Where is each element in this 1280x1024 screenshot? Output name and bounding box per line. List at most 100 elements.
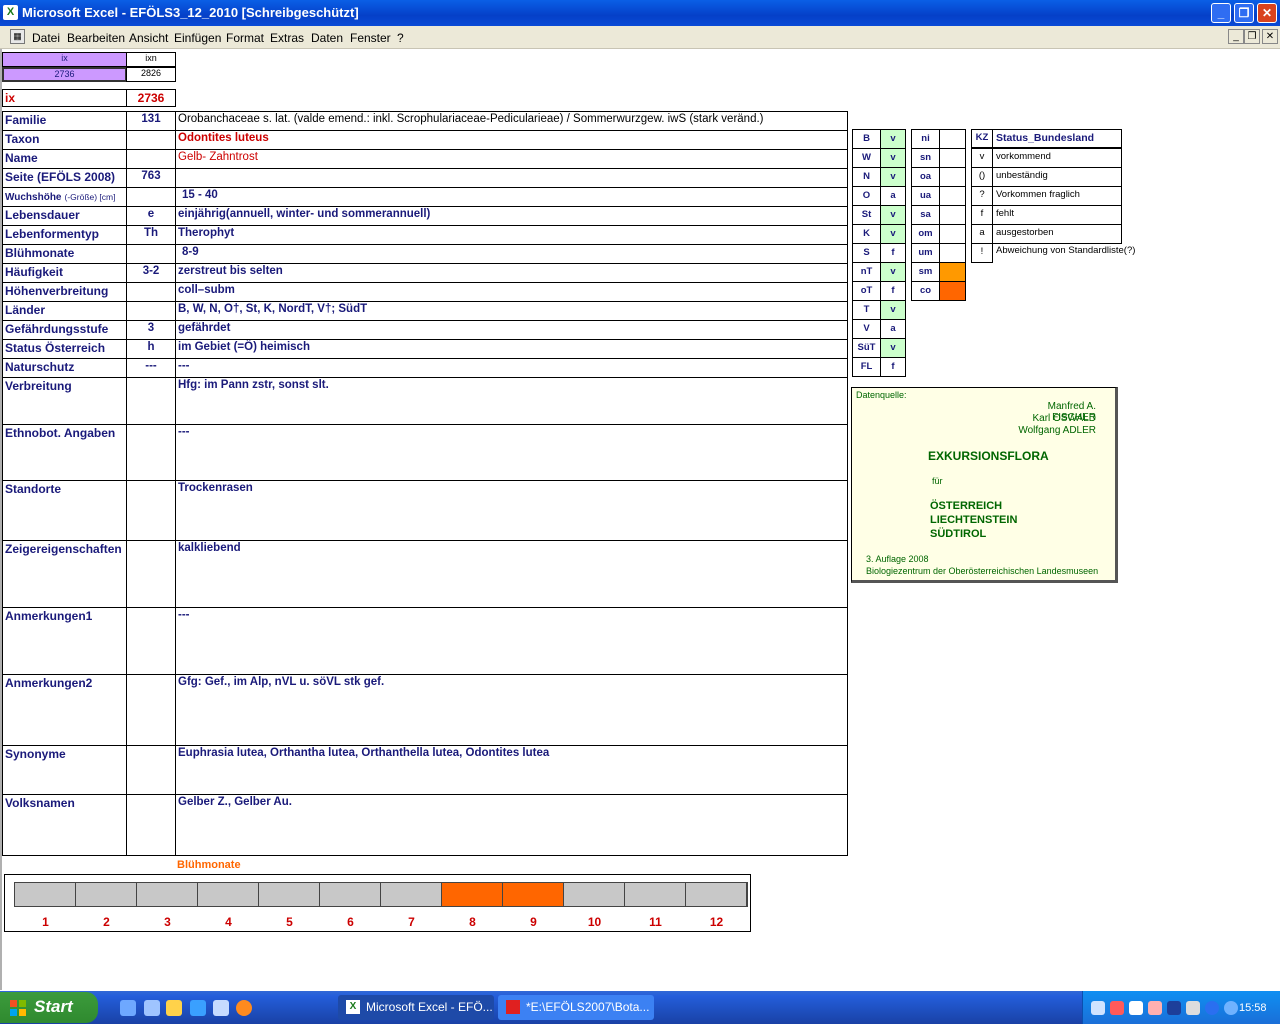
row-code[interactable] <box>126 301 176 321</box>
row-value[interactable]: --- <box>175 424 848 481</box>
row-label[interactable]: Familie <box>2 111 127 131</box>
row-label[interactable]: Anmerkungen2 <box>2 674 127 746</box>
row-code[interactable]: 131 <box>126 111 176 131</box>
altitude-value[interactable] <box>939 129 966 149</box>
close-button[interactable]: ✕ <box>1257 3 1277 23</box>
altitude-key[interactable]: sn <box>911 148 940 168</box>
row-value[interactable]: B, W, N, O†, St, K, NordT, V†; SüdT <box>175 301 848 321</box>
state-key[interactable]: N <box>852 167 881 187</box>
row-label[interactable]: Höhenverbreitung <box>2 282 127 302</box>
altitude-key[interactable]: om <box>911 224 940 244</box>
doc-restore-button[interactable]: ❐ <box>1244 29 1260 44</box>
menu-extras[interactable]: Extras <box>270 31 304 45</box>
row-code[interactable]: 3-2 <box>126 263 176 283</box>
row-label[interactable]: Häufigkeit <box>2 263 127 283</box>
state-value[interactable]: a <box>880 319 906 339</box>
state-value[interactable]: v <box>880 300 906 320</box>
row-code[interactable]: e <box>126 206 176 226</box>
ix-value-cell[interactable]: 2736 <box>2 67 127 82</box>
row-value[interactable]: Gelb- Zahntrost <box>175 149 848 169</box>
bloom-bar-month-11[interactable] <box>625 883 686 906</box>
row-label[interactable]: Lebenformentyp <box>2 225 127 245</box>
state-value[interactable]: v <box>880 338 906 358</box>
row-code[interactable] <box>126 130 176 150</box>
workbook-icon[interactable]: ▦ <box>10 29 25 44</box>
state-key[interactable]: B <box>852 129 881 149</box>
state-key[interactable]: W <box>852 148 881 168</box>
row-value[interactable]: Orobanchaceae s. lat. (valde emend.: ink… <box>175 111 848 131</box>
altitude-key[interactable]: co <box>911 281 940 301</box>
state-key[interactable]: nT <box>852 262 881 282</box>
altitude-value[interactable] <box>939 148 966 168</box>
quicklaunch-desktop-icon[interactable] <box>120 1000 136 1016</box>
row-value[interactable]: --- <box>175 607 848 675</box>
row-label[interactable]: Seite (EFÖLS 2008) <box>2 168 127 188</box>
quicklaunch-ie-icon[interactable] <box>190 1000 206 1016</box>
row-value[interactable]: kalkliebend <box>175 540 848 608</box>
row-value[interactable]: 15 - 40 <box>175 187 848 207</box>
row-code[interactable] <box>126 794 176 856</box>
row-label[interactable]: Wuchshöhe (-Größe) [cm] <box>2 187 127 207</box>
excel-app-icon[interactable]: X <box>3 5 18 20</box>
bloom-bar-month-6[interactable] <box>320 883 381 906</box>
row-code[interactable] <box>126 480 176 541</box>
row-code[interactable]: 763 <box>126 168 176 188</box>
menu-format[interactable]: Format <box>226 31 264 45</box>
row-label[interactable]: Anmerkungen1 <box>2 607 127 675</box>
row-value[interactable]: Gfg: Gef., im Alp, nVL u. söVL stk gef. <box>175 674 848 746</box>
state-value[interactable]: f <box>880 281 906 301</box>
ixn-value-cell[interactable]: 2826 <box>126 67 176 82</box>
row-value[interactable]: Hfg: im Pann zstr, sonst slt. <box>175 377 848 425</box>
row-value[interactable] <box>175 168 848 188</box>
quicklaunch-firefox-icon[interactable] <box>236 1000 252 1016</box>
bloom-bar-month-2[interactable] <box>76 883 137 906</box>
state-value[interactable]: v <box>880 148 906 168</box>
altitude-key[interactable]: ua <box>911 186 940 206</box>
state-value[interactable]: v <box>880 262 906 282</box>
antivirus-icon[interactable] <box>1148 1001 1162 1015</box>
network-icon[interactable] <box>1091 1001 1105 1015</box>
quicklaunch-outlook-icon[interactable] <box>213 1000 229 1016</box>
row-value[interactable]: zerstreut bis selten <box>175 263 848 283</box>
row-value[interactable]: gefährdet <box>175 320 848 340</box>
state-key[interactable]: O <box>852 186 881 206</box>
row-label[interactable]: Verbreitung <box>2 377 127 425</box>
bloom-bar-month-9[interactable] <box>503 883 564 906</box>
ix-value[interactable]: 2736 <box>126 89 176 107</box>
shield-icon[interactable] <box>1167 1001 1181 1015</box>
menu-datei[interactable]: Datei <box>32 31 60 45</box>
row-label[interactable]: Status Österreich <box>2 339 127 359</box>
row-value[interactable]: Therophyt <box>175 225 848 245</box>
bloom-bar-month-1[interactable] <box>15 883 76 906</box>
state-value[interactable]: v <box>880 224 906 244</box>
state-key[interactable]: S <box>852 243 881 263</box>
state-key[interactable]: St <box>852 205 881 225</box>
search-icon[interactable] <box>1129 1001 1143 1015</box>
bloom-bar-month-8[interactable] <box>442 883 503 906</box>
row-value[interactable]: im Gebiet (=Ö) heimisch <box>175 339 848 359</box>
row-code[interactable] <box>126 424 176 481</box>
row-value[interactable]: coll–subm <box>175 282 848 302</box>
info-icon[interactable] <box>1205 1001 1219 1015</box>
row-label[interactable]: Lebensdauer <box>2 206 127 226</box>
row-code[interactable] <box>126 377 176 425</box>
row-code[interactable] <box>126 674 176 746</box>
state-value[interactable]: a <box>880 186 906 206</box>
bloom-bar-month-3[interactable] <box>137 883 198 906</box>
messenger-icon[interactable] <box>1224 1001 1238 1015</box>
row-label[interactable]: Synonyme <box>2 745 127 795</box>
state-value[interactable]: v <box>880 167 906 187</box>
row-label[interactable]: Taxon <box>2 130 127 150</box>
altitude-value[interactable] <box>939 262 966 282</box>
altitude-value[interactable] <box>939 186 966 206</box>
row-code[interactable]: Th <box>126 225 176 245</box>
row-code[interactable]: 3 <box>126 320 176 340</box>
menu-help[interactable]: ? <box>397 31 404 45</box>
bloom-bar-month-10[interactable] <box>564 883 625 906</box>
taskbar-excel-button[interactable]: X Microsoft Excel - EFÖ... <box>338 995 494 1020</box>
row-label[interactable]: Naturschutz <box>2 358 127 378</box>
minimize-button[interactable]: _ <box>1211 3 1231 23</box>
row-label[interactable]: Volksnamen <box>2 794 127 856</box>
row-code[interactable]: --- <box>126 358 176 378</box>
state-key[interactable]: K <box>852 224 881 244</box>
